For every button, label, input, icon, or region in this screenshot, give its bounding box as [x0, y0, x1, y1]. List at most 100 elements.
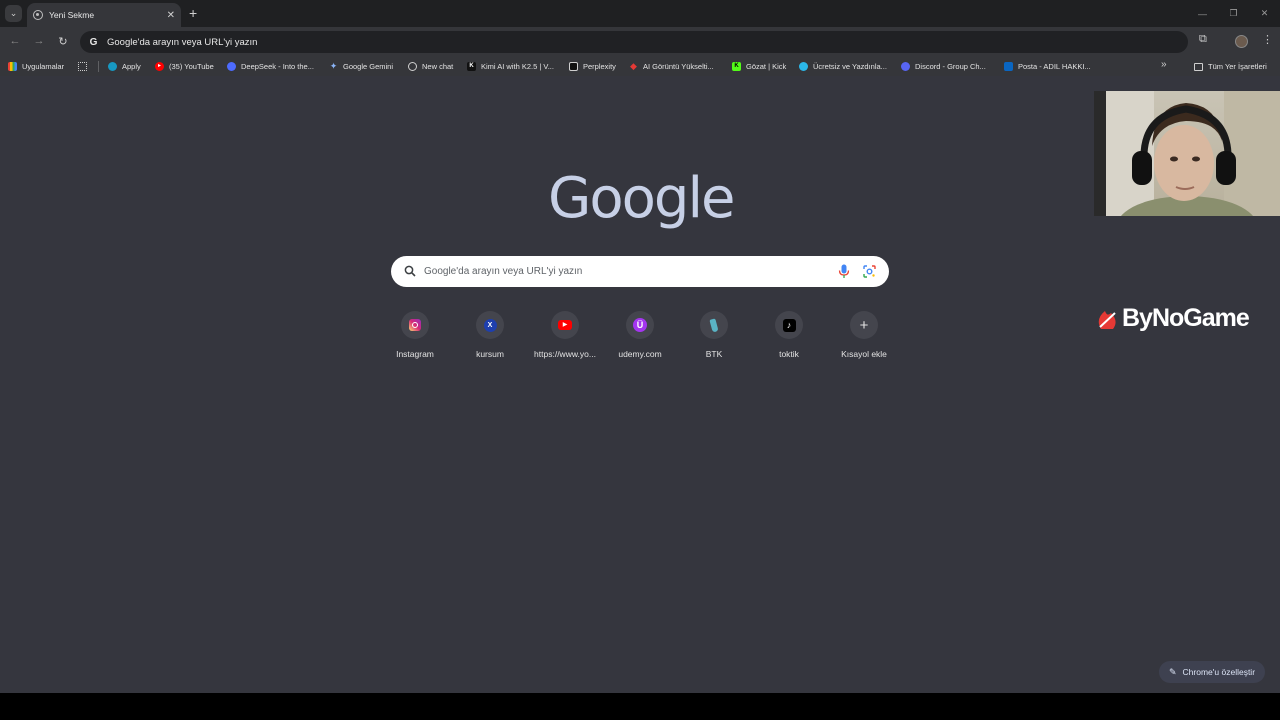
- shortcut-toktik[interactable]: ♪ toktik: [752, 311, 826, 359]
- profile-avatar[interactable]: [1235, 35, 1248, 48]
- back-button[interactable]: ←: [8, 35, 22, 47]
- youtube-icon: ▸: [155, 62, 164, 71]
- shortcut-icon-circle: X: [476, 311, 504, 339]
- google-logo: Google: [548, 166, 735, 231]
- bookmark-youtube[interactable]: ▸ (35) YouTube: [155, 60, 214, 73]
- google-lens-icon[interactable]: [863, 265, 876, 278]
- restore-button[interactable]: ❐: [1218, 0, 1249, 27]
- close-window-button[interactable]: ✕: [1249, 0, 1280, 27]
- search-placeholder: Google'da arayın veya URL'yi yazın: [424, 266, 583, 277]
- shortcut-icon-circle: [401, 311, 429, 339]
- all-bookmarks-button[interactable]: Tüm Yer İşaretleri: [1194, 60, 1267, 73]
- shortcut-icon-circle: +: [850, 311, 878, 339]
- tab-title: Yeni Sekme: [49, 10, 95, 20]
- bookmark-gemini[interactable]: ✦ Google Gemini: [329, 60, 393, 73]
- shortcut-label: Instagram: [396, 349, 434, 359]
- shortcut-add[interactable]: + Kısayol ekle: [827, 311, 901, 359]
- screen-bottom-bar: [0, 693, 1280, 720]
- apps-icon: [8, 62, 17, 71]
- minimize-button[interactable]: —: [1187, 0, 1218, 27]
- bookmark-kick[interactable]: K Gözat | Kick: [732, 60, 786, 73]
- webcam-overlay: [1094, 91, 1280, 216]
- bookmark-discord[interactable]: Discord - Group Ch...: [901, 60, 986, 73]
- reload-button[interactable]: ↻: [56, 35, 70, 48]
- shortcut-kursum[interactable]: X kursum: [453, 311, 527, 359]
- pencil-icon: ✎: [1169, 666, 1177, 677]
- extensions-icon[interactable]: ⧉: [1199, 33, 1207, 46]
- add-icon: +: [859, 316, 869, 334]
- shortcut-btk[interactable]: BTK: [677, 311, 751, 359]
- bookmark-apply[interactable]: Apply: [108, 60, 141, 73]
- bookmark-new-chat[interactable]: New chat: [408, 60, 453, 73]
- discord-icon: [901, 62, 910, 71]
- bookmark-label: Perplexity: [583, 62, 616, 71]
- bookmark-ai-upscale[interactable]: ◆ AI Görüntü Yükselti...: [629, 60, 714, 73]
- bookmark-label: Discord - Group Ch...: [915, 62, 986, 71]
- google-g-icon: G: [89, 36, 98, 48]
- grid-icon: [78, 62, 87, 71]
- tab-new-tab[interactable]: Yeni Sekme ✕: [27, 3, 181, 27]
- search-box[interactable]: Google'da arayın veya URL'yi yazın: [391, 256, 889, 287]
- ai-upscale-icon: ◆: [630, 61, 637, 71]
- shortcut-label: https://www.yo...: [534, 349, 596, 359]
- shortcut-icon-circle: ▶: [551, 311, 579, 339]
- salesforce-icon: [108, 62, 117, 71]
- kursum-icon: X: [483, 318, 497, 332]
- bookmark-label: (35) YouTube: [169, 62, 214, 71]
- bookmark-label: Apply: [122, 62, 141, 71]
- shortcut-label: Kısayol ekle: [841, 349, 887, 359]
- edge-icon: [799, 62, 808, 71]
- bookmark-deepseek[interactable]: DeepSeek - Into the...: [227, 60, 314, 73]
- bynogame-logo: ByNoGame: [1097, 304, 1250, 333]
- gemini-icon: ✦: [329, 61, 338, 71]
- bookmark-kimi[interactable]: K Kimi AI with K2.5 | V...: [467, 60, 554, 73]
- tab-search-button[interactable]: ⌄: [5, 5, 22, 22]
- bookmark-edge[interactable]: Ücretsiz ve Yazdınla...: [799, 60, 887, 73]
- bookmark-outlook[interactable]: Posta - ADIL HAKKI...: [1004, 60, 1091, 73]
- kimi-icon: K: [467, 62, 476, 71]
- shortcut-instagram[interactable]: Instagram: [378, 311, 452, 359]
- shortcut-label: udemy.com: [618, 349, 662, 359]
- bookmarks-overflow-button[interactable]: »: [1161, 59, 1167, 70]
- chatgpt-icon: [408, 62, 417, 71]
- chevron-down-icon: ⌄: [9, 8, 18, 18]
- shortcut-label: BTK: [705, 349, 723, 359]
- shortcut-label: toktik: [779, 349, 799, 359]
- tab-strip: ⌄ Yeni Sekme ✕ + — ❐ ✕: [0, 0, 1280, 27]
- bookmark-perplexity[interactable]: Perplexity: [569, 60, 616, 73]
- bookmark-label: DeepSeek - Into the...: [241, 62, 314, 71]
- toolbar: ← → ↻ G Google'da arayın veya URL'yi yaz…: [0, 27, 1280, 57]
- perplexity-icon: [569, 62, 578, 71]
- new-tab-page: Google Google'da arayın veya URL'yi yazı…: [0, 76, 1280, 693]
- window-controls: — ❐ ✕: [1187, 0, 1280, 27]
- shortcut-youtube[interactable]: ▶ https://www.yo...: [528, 311, 602, 359]
- search-icon: [404, 265, 416, 277]
- address-bar[interactable]: G Google'da arayın veya URL'yi yazın: [80, 31, 1188, 53]
- close-tab-button[interactable]: ✕: [167, 10, 175, 21]
- youtube-icon: ▶: [558, 320, 572, 330]
- customize-chrome-button[interactable]: ✎ Chrome'u özelleştir: [1159, 661, 1266, 683]
- bookmark-label: Google Gemini: [343, 62, 394, 71]
- bookmark-separator: [98, 61, 99, 72]
- customize-chrome-label: Chrome'u özelleştir: [1182, 667, 1256, 677]
- bookmark-label: Posta - ADIL HAKKI...: [1018, 62, 1091, 71]
- bookmark-label: New chat: [422, 62, 454, 71]
- bookmark-apps[interactable]: Uygulamalar: [8, 60, 64, 73]
- shortcut-icon-circle: [700, 311, 728, 339]
- tiktok-icon: ♪: [782, 318, 796, 332]
- chrome-menu-button[interactable]: ⋮: [1262, 33, 1273, 46]
- shortcut-udemy[interactable]: Ü udemy.com: [603, 311, 677, 359]
- bookmark-label: AI Görüntü Yükselti...: [643, 62, 714, 71]
- bynogame-flame-icon: [1098, 310, 1116, 329]
- webcam-person-image: [1094, 91, 1280, 216]
- forward-button[interactable]: →: [32, 35, 46, 47]
- microphone-icon[interactable]: [838, 264, 850, 279]
- outlook-icon: [1004, 62, 1013, 71]
- address-bar-text: Google'da arayın veya URL'yi yazın: [107, 36, 258, 48]
- bookmark-label: Gözat | Kick: [746, 62, 787, 71]
- deepseek-icon: [227, 62, 236, 71]
- bynogame-text: ByNoGame: [1122, 304, 1250, 332]
- apps-grid-button[interactable]: [78, 60, 92, 73]
- shortcut-icon-circle: ♪: [775, 311, 803, 339]
- new-tab-button[interactable]: +: [189, 5, 197, 21]
